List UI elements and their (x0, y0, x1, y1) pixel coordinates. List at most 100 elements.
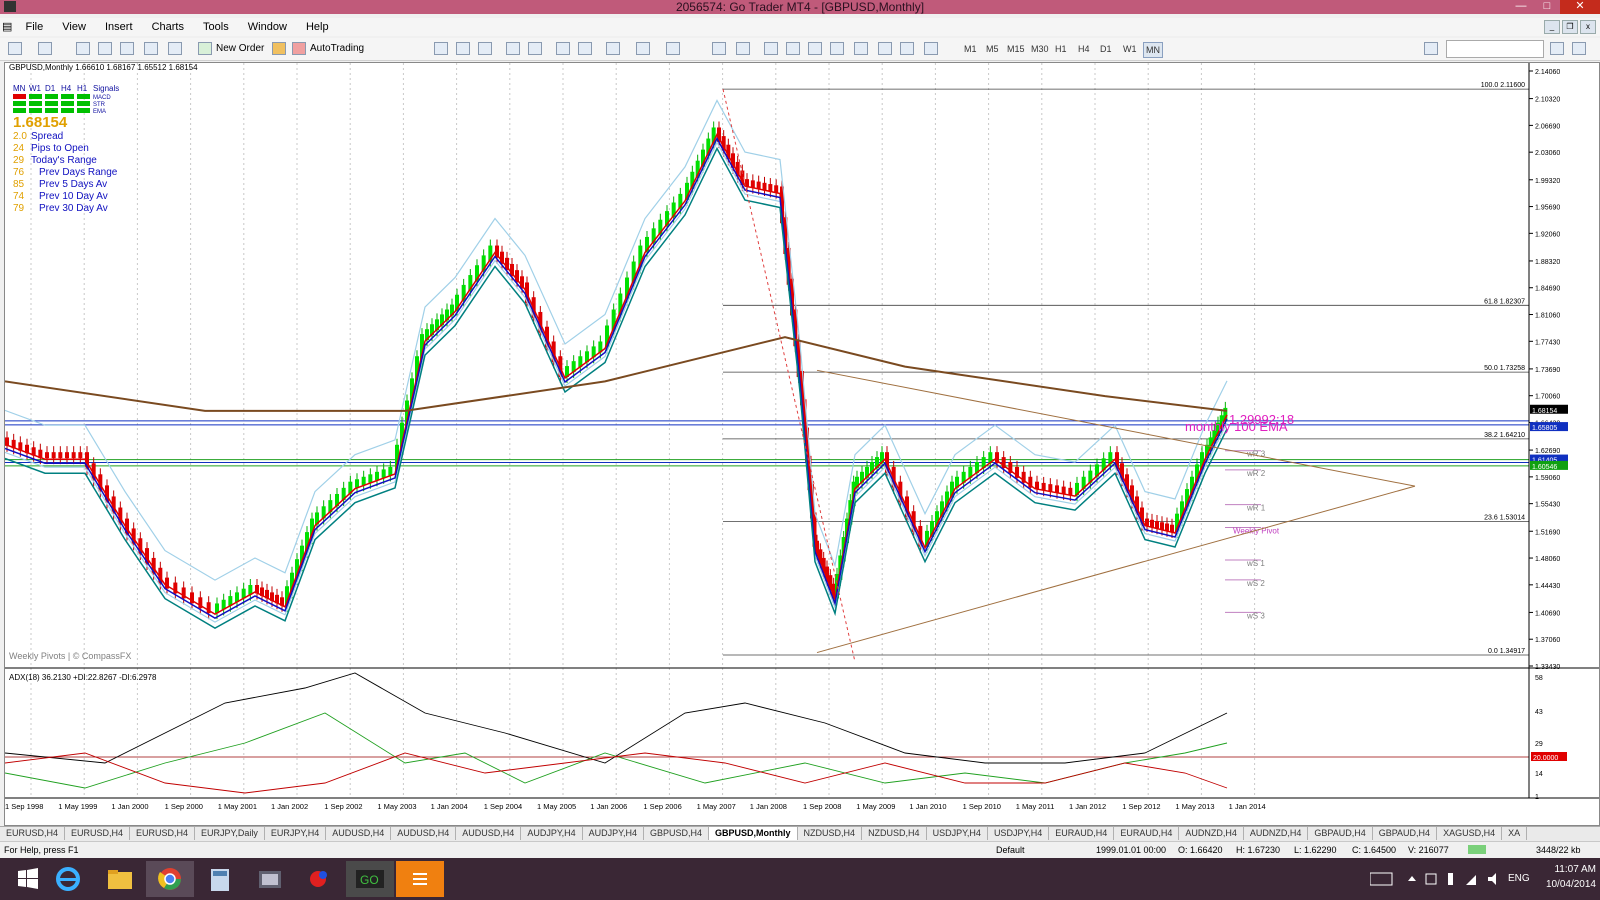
vertical-line-icon[interactable] (764, 42, 778, 55)
chart-shift-icon[interactable] (578, 42, 592, 55)
timeframe-mn[interactable]: MN (1143, 42, 1163, 58)
tab-audusd-h4[interactable]: AUDUSD,H4 (456, 827, 522, 840)
tab-eurjpy-h4[interactable]: EURJPY,H4 (265, 827, 327, 840)
autotrading-icon[interactable] (292, 42, 306, 55)
menu-view[interactable]: View (54, 18, 94, 36)
close-button[interactable]: ✕ (1560, 0, 1600, 14)
zoom-out-icon[interactable] (528, 42, 542, 55)
tester-icon[interactable] (168, 42, 182, 55)
timeframe-d1[interactable]: D1 (1100, 42, 1112, 56)
timeframe-m15[interactable]: M15 (1007, 42, 1025, 56)
tab-gbpaud-h4[interactable]: GBPAUD,H4 (1308, 827, 1373, 840)
minimize-button[interactable]: — (1508, 0, 1534, 14)
autotrading-button[interactable]: AutoTrading (310, 41, 364, 57)
chrome-icon[interactable] (146, 861, 194, 897)
community-icon[interactable] (1572, 42, 1586, 55)
timeframe-m5[interactable]: M5 (986, 42, 999, 56)
chart-window[interactable]: 100.0 2.11600 61.8 1.82307 50.0 1.73258 38.… (4, 62, 1600, 826)
new-chart-icon[interactable] (8, 42, 22, 55)
tab-nzdusd-h4[interactable]: NZDUSD,H4 (862, 827, 927, 840)
arrows-icon[interactable] (924, 42, 938, 55)
candlesticks-icon[interactable] (456, 42, 470, 55)
tab-audjpy-h4[interactable]: AUDJPY,H4 (583, 827, 645, 840)
film-app-icon[interactable] (246, 861, 294, 897)
new-order-icon[interactable] (198, 42, 212, 55)
tab-gbpusd-monthly[interactable]: GBPUSD,Monthly (709, 827, 798, 840)
autoscroll-icon[interactable] (556, 42, 570, 55)
tab-gbpaud-h4[interactable]: GBPAUD,H4 (1373, 827, 1438, 840)
settings-gear-icon[interactable] (1424, 42, 1438, 55)
go-trader-icon[interactable]: GO (346, 861, 394, 897)
market-watch-icon[interactable] (76, 42, 90, 55)
media-app-icon[interactable] (296, 861, 344, 897)
adx-axis-label: 58 (1535, 675, 1543, 682)
search-input[interactable] (1446, 40, 1544, 58)
timeframe-m30[interactable]: M30 (1031, 42, 1049, 56)
time-axis-label: 1 May 2009 (856, 802, 895, 811)
profiles-icon[interactable] (38, 42, 52, 55)
tab-nzdusd-h4[interactable]: NZDUSD,H4 (798, 827, 863, 840)
menu-charts[interactable]: Charts (144, 18, 192, 36)
maximize-button[interactable]: □ (1534, 0, 1560, 14)
fibonacci-icon[interactable] (854, 42, 868, 55)
mdi-close-button[interactable]: x (1580, 20, 1596, 34)
indicators-icon[interactable] (606, 42, 620, 55)
mdi-minimize-button[interactable]: _ (1544, 20, 1560, 34)
crosshair-icon[interactable] (736, 42, 750, 55)
menu-insert[interactable]: Insert (97, 18, 141, 36)
gbpusd-chart[interactable]: 100.0 2.11600 61.8 1.82307 50.0 1.73258 38.… (4, 63, 1599, 825)
horizontal-line-icon[interactable] (786, 42, 800, 55)
tab-eurusd-h4[interactable]: EURUSD,H4 (0, 827, 66, 840)
search-icon[interactable] (1550, 42, 1564, 55)
templates-icon[interactable] (666, 42, 680, 55)
navigator-icon[interactable] (120, 42, 134, 55)
file-explorer-icon[interactable] (96, 861, 144, 897)
tab-eurusd-h4[interactable]: EURUSD,H4 (130, 827, 196, 840)
tab-audnzd-h4[interactable]: AUDNZD,H4 (1244, 827, 1309, 840)
tab-euraud-h4[interactable]: EURAUD,H4 (1114, 827, 1180, 840)
zoom-in-icon[interactable] (506, 42, 520, 55)
periods-icon[interactable] (636, 42, 650, 55)
trendline-icon[interactable] (808, 42, 822, 55)
tab-audusd-h4[interactable]: AUDUSD,H4 (326, 827, 392, 840)
data-window-icon[interactable] (98, 42, 112, 55)
text-icon[interactable] (878, 42, 892, 55)
new-order-button[interactable]: New Order (216, 41, 264, 57)
tab-audjpy-h4[interactable]: AUDJPY,H4 (521, 827, 583, 840)
equidistant-channel-icon[interactable] (830, 42, 844, 55)
tab-audusd-h4[interactable]: AUDUSD,H4 (391, 827, 457, 840)
bar-chart-icon[interactable] (434, 42, 448, 55)
tab-audnzd-h4[interactable]: AUDNZD,H4 (1179, 827, 1244, 840)
text-label-icon[interactable] (900, 42, 914, 55)
menu-tools[interactable]: Tools (195, 18, 237, 36)
orange-app-icon[interactable] (396, 861, 444, 897)
internet-explorer-icon[interactable] (44, 861, 92, 897)
menu-help[interactable]: Help (298, 18, 337, 36)
tray-clock[interactable]: 11:07 AM 10/04/2014 (1536, 862, 1596, 892)
tab-xa[interactable]: XA (1502, 827, 1528, 840)
mdi-restore-button[interactable]: ❐ (1562, 20, 1578, 34)
tab-euraud-h4[interactable]: EURAUD,H4 (1049, 827, 1115, 840)
candle-body (768, 184, 773, 192)
timeframe-h4[interactable]: H4 (1078, 42, 1090, 56)
metaeditor-icon[interactable] (272, 42, 286, 55)
cursor-icon[interactable] (712, 42, 726, 55)
timeframe-w1[interactable]: W1 (1123, 42, 1137, 56)
tab-usdjpy-h4[interactable]: USDJPY,H4 (927, 827, 988, 840)
fibonacci-levels: 100.0 2.11600 61.8 1.82307 50.0 1.73258 38.… (5, 82, 1529, 656)
doc-icon[interactable]: ▤ (0, 18, 14, 36)
menu-window[interactable]: Window (240, 18, 295, 36)
language-indicator[interactable]: ENG (1508, 858, 1530, 900)
timeframe-h1[interactable]: H1 (1055, 42, 1067, 56)
tab-eurjpy-daily[interactable]: EURJPY,Daily (195, 827, 265, 840)
tab-gbpusd-h4[interactable]: GBPUSD,H4 (644, 827, 710, 840)
calculator-icon[interactable] (196, 861, 244, 897)
terminal-icon[interactable] (144, 42, 158, 55)
tab-usdjpy-h4[interactable]: USDJPY,H4 (988, 827, 1050, 840)
menu-file[interactable]: File (17, 18, 51, 36)
candle-body (1165, 523, 1169, 531)
tab-eurusd-h4[interactable]: EURUSD,H4 (65, 827, 131, 840)
line-chart-icon[interactable] (478, 42, 492, 55)
tab-xagusd-h4[interactable]: XAGUSD,H4 (1437, 827, 1503, 840)
timeframe-m1[interactable]: M1 (964, 42, 977, 56)
